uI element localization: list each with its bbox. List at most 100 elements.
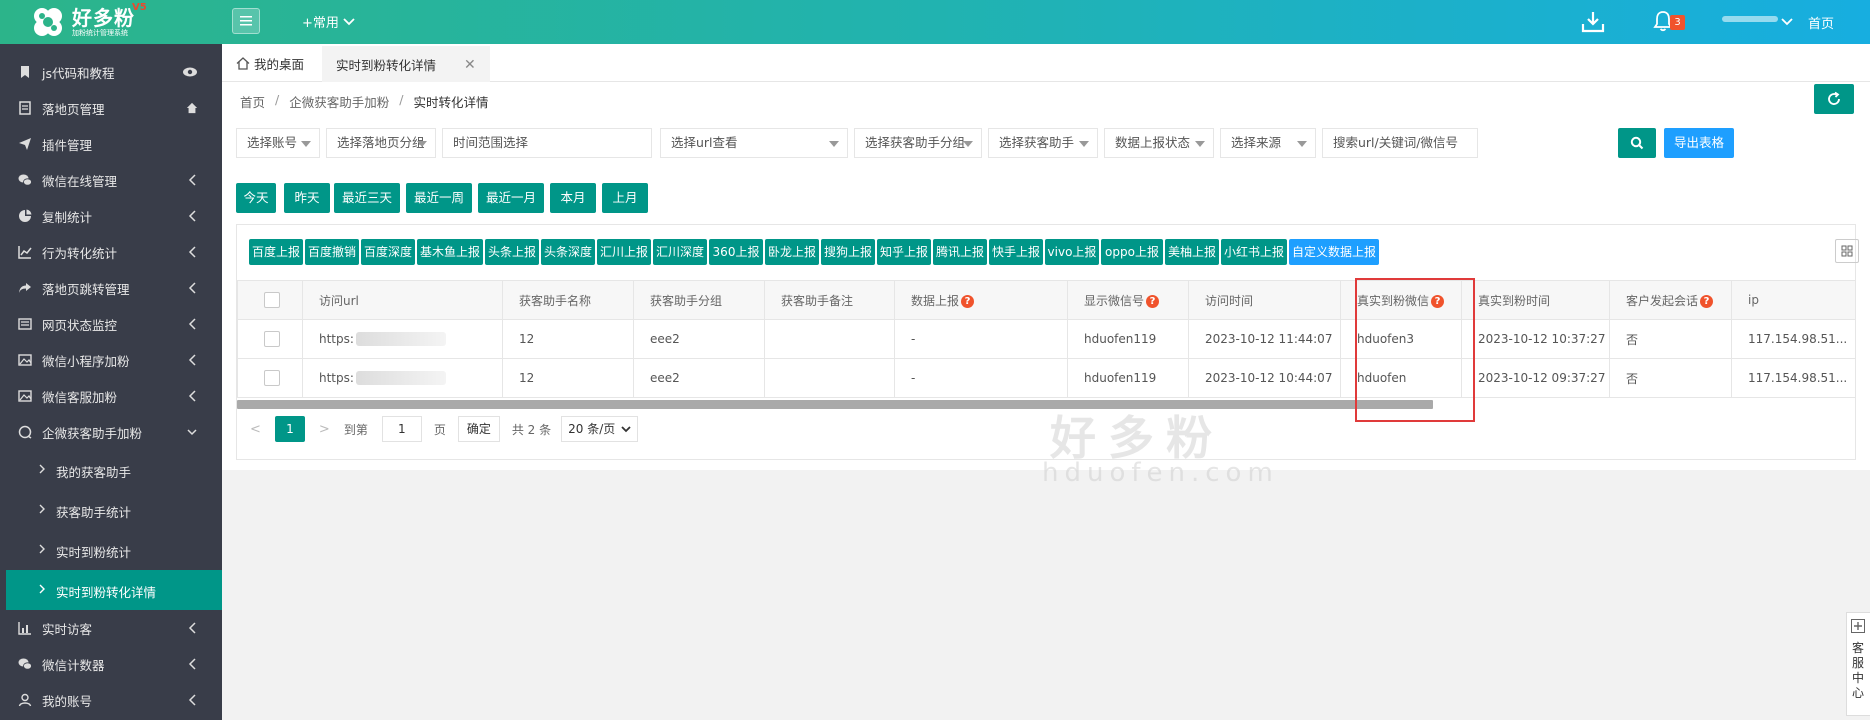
landing-group-select[interactable]: 选择落地页分组 xyxy=(326,128,436,158)
report-status-select[interactable]: 数据上报状态 xyxy=(1104,128,1214,158)
baidu-deep-button[interactable]: 百度深度 xyxy=(361,239,415,265)
table-row: https: 12 eee2 - hduofen119 2023-10-12 1… xyxy=(237,358,1855,398)
sidebar-item-qiwei[interactable]: 企微获客助手加粉 xyxy=(0,414,222,450)
sidebar-item-redirect[interactable]: 落地页跳转管理 xyxy=(0,270,222,306)
horizontal-scrollbar[interactable] xyxy=(237,400,1433,409)
export-table-button[interactable]: 导出表格 xyxy=(1664,128,1734,158)
meiyou-report-button[interactable]: 美柚上报 xyxy=(1165,239,1219,265)
column-settings-button[interactable] xyxy=(1835,239,1859,263)
column-header-session: 客户发起会话? xyxy=(1609,280,1732,320)
account-select[interactable]: 选择账号 xyxy=(236,128,320,158)
help-icon[interactable]: ? xyxy=(961,294,975,308)
sidebar-subitem-assistant-stats[interactable]: 获客助手统计 xyxy=(0,490,222,530)
search-button[interactable] xyxy=(1618,128,1656,158)
date-yesterday-button[interactable]: 昨天 xyxy=(284,183,330,213)
common-menu[interactable]: +常用 xyxy=(302,12,355,31)
page-size-select[interactable]: 20 条/页 xyxy=(561,416,639,442)
date-today-button[interactable]: 今天 xyxy=(236,183,276,213)
kuaishou-report-button[interactable]: 快手上报 xyxy=(989,239,1043,265)
toutiao-report-button[interactable]: 头条上报 xyxy=(485,239,539,265)
sidebar-item-js[interactable]: js代码和教程 xyxy=(0,54,222,90)
sidebar-item-behavior[interactable]: 行为转化统计 xyxy=(0,234,222,270)
sidebar-item-monitor[interactable]: 网页状态监控 xyxy=(0,306,222,342)
sidebar-item-label: 插件管理 xyxy=(42,137,93,153)
table-row: https: 12 eee2 - hduofen119 2023-10-12 1… xyxy=(237,319,1855,359)
pie-chart-icon xyxy=(19,209,32,222)
home-link[interactable]: 首页 xyxy=(1808,13,1834,32)
sidebar-item-label: 复制统计 xyxy=(42,209,93,225)
chevron-right-icon[interactable]: > xyxy=(319,422,330,437)
column-header-report: 数据上报? xyxy=(894,280,1068,320)
sidebar-subitem-realtime-stats[interactable]: 实时到粉统计 xyxy=(0,530,222,570)
date-week-button[interactable]: 最近一周 xyxy=(406,183,472,213)
sidebar-subitem-label: 获客助手统计 xyxy=(56,505,132,520)
cell-url[interactable]: https: xyxy=(302,319,503,359)
baidu-revoke-button[interactable]: 百度撤销 xyxy=(305,239,359,265)
download-icon[interactable] xyxy=(1580,10,1606,34)
sidebar-item-wechat-online[interactable]: 微信在线管理 xyxy=(0,162,222,198)
assistant-group-select[interactable]: 选择获客助手分组 xyxy=(854,128,982,158)
date-this-month-button[interactable]: 本月 xyxy=(550,183,596,213)
sidebar-item-miniprogram[interactable]: 微信小程序加粉 xyxy=(0,342,222,378)
keyword-search-input[interactable]: 搜索url/关键词/微信号 xyxy=(1322,128,1478,158)
close-icon[interactable]: ✕ xyxy=(464,57,476,73)
goto-page-input[interactable]: 1 xyxy=(381,416,422,442)
chevron-left-icon xyxy=(188,210,196,222)
sidebar-item-copy-stats[interactable]: 复制统计 xyxy=(0,198,222,234)
logo-title: 好多粉 xyxy=(72,6,135,30)
sidebar-item-account[interactable]: 我的账号 xyxy=(0,682,222,718)
baidu-report-button[interactable]: 百度上报 xyxy=(249,239,303,265)
huichuan-report-button[interactable]: 汇川上报 xyxy=(597,239,651,265)
help-icon[interactable]: ? xyxy=(1146,294,1160,308)
sidebar-item-kefu[interactable]: 微信客服加粉 xyxy=(0,378,222,414)
page-current[interactable]: 1 xyxy=(274,416,305,442)
column-header: 获客助手备注 xyxy=(764,280,895,320)
chevron-left-icon[interactable]: < xyxy=(250,422,261,437)
tencent-report-button[interactable]: 腾讯上报 xyxy=(933,239,987,265)
logo[interactable]: 好多粉 加粉统计管理系统 V5 xyxy=(0,0,222,44)
help-icon[interactable]: ? xyxy=(1700,294,1714,308)
row-checkbox[interactable] xyxy=(237,319,303,359)
zhihu-report-button[interactable]: 知乎上报 xyxy=(877,239,931,265)
chevron-down-icon[interactable] xyxy=(1781,18,1793,26)
custom-report-button[interactable]: 自定义数据上报 xyxy=(1289,239,1379,265)
wolong-report-button[interactable]: 卧龙上报 xyxy=(765,239,819,265)
source-select[interactable]: 选择来源 xyxy=(1220,128,1316,158)
breadcrumb-home[interactable]: 首页 xyxy=(240,92,265,111)
username-blurred[interactable] xyxy=(1722,16,1778,22)
date-3days-button[interactable]: 最近三天 xyxy=(334,183,400,213)
sidebar: js代码和教程 落地页管理 插件管理 微信在线管理 复制统计 行为转化统计 落地… xyxy=(0,44,222,720)
360-report-button[interactable]: 360上报 xyxy=(709,239,763,265)
breadcrumb-qiwei[interactable]: 企微获客助手加粉 xyxy=(289,92,389,111)
jimuyu-report-button[interactable]: 基木鱼上报 xyxy=(417,239,483,265)
date-last-month-button[interactable]: 上月 xyxy=(602,183,648,213)
vivo-report-button[interactable]: vivo上报 xyxy=(1045,239,1099,265)
toutiao-deep-button[interactable]: 头条深度 xyxy=(541,239,595,265)
sidebar-item-visitors[interactable]: 实时访客 xyxy=(0,610,222,646)
date-month-button[interactable]: 最近一月 xyxy=(478,183,544,213)
oppo-report-button[interactable]: oppo上报 xyxy=(1101,239,1163,265)
goto-confirm-button[interactable]: 确定 xyxy=(457,416,500,442)
sidebar-subitem-realtime-detail[interactable]: 实时到粉转化详情 xyxy=(6,570,222,610)
menu-toggle-button[interactable] xyxy=(232,8,260,34)
main-content: 首页 / 企微获客助手加粉 / 实时转化详情 选择账号 选择落地页分组 时间范围… xyxy=(222,82,1870,488)
tab-my-desktop[interactable]: 我的桌面 xyxy=(232,44,322,82)
sogou-report-button[interactable]: 搜狗上报 xyxy=(821,239,875,265)
refresh-button[interactable] xyxy=(1814,84,1854,114)
cell-name: 12 xyxy=(502,319,634,359)
time-range-input[interactable]: 时间范围选择 xyxy=(442,128,652,158)
sidebar-item-plugin[interactable]: 插件管理 xyxy=(0,126,222,162)
xiaohongshu-report-button[interactable]: 小红书上报 xyxy=(1221,239,1287,265)
customer-service-widget[interactable]: 客服中心 xyxy=(1846,612,1870,716)
sidebar-item-landing[interactable]: 落地页管理 xyxy=(0,90,222,126)
line-chart-icon xyxy=(18,246,32,259)
row-checkbox[interactable] xyxy=(237,358,303,398)
cell-url[interactable]: https: xyxy=(302,358,503,398)
sidebar-item-counter[interactable]: 微信计数器 xyxy=(0,646,222,682)
select-all-checkbox[interactable] xyxy=(237,280,303,320)
assistant-select[interactable]: 选择获客助手 xyxy=(988,128,1098,158)
tab-realtime-detail[interactable]: 实时到粉转化详情 ✕ xyxy=(322,44,490,82)
sidebar-subitem-my-assistant[interactable]: 我的获客助手 xyxy=(0,450,222,490)
huichuan-deep-button[interactable]: 汇川深度 xyxy=(653,239,707,265)
url-select[interactable]: 选择url查看 xyxy=(660,128,848,158)
